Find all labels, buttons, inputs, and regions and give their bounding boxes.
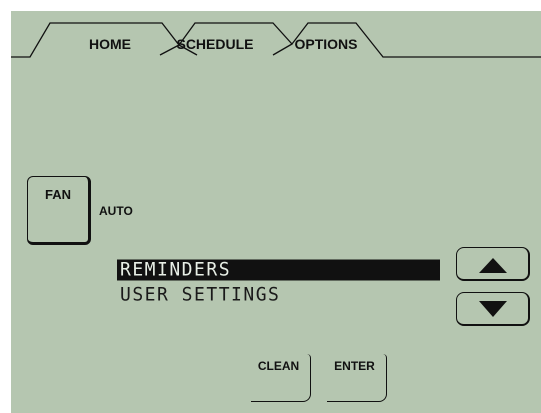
triangle-up-icon <box>479 258 507 273</box>
enter-button-label: ENTER <box>334 359 375 373</box>
scroll-down-button[interactable] <box>456 292 530 326</box>
scroll-up-button[interactable] <box>456 247 530 281</box>
fan-button[interactable]: FAN <box>27 176 91 245</box>
fan-mode-value: AUTO <box>99 204 133 218</box>
triangle-down-icon <box>479 301 507 317</box>
menu-item-user-settings[interactable]: USER SETTINGS <box>117 284 440 306</box>
tab-home[interactable]: HOME <box>75 36 145 52</box>
thermostat-screen: HOME SCHEDULE OPTIONS FAN AUTO REMINDERS… <box>11 11 541 413</box>
tab-schedule[interactable]: SCHEDULE <box>165 36 265 52</box>
enter-button[interactable]: ENTER <box>327 354 387 402</box>
fan-button-label: FAN <box>45 187 71 202</box>
clean-button-label: CLEAN <box>257 359 300 373</box>
clean-button[interactable]: CLEAN <box>251 354 311 402</box>
menu-item-reminders[interactable]: REMINDERS <box>117 259 440 281</box>
tab-options[interactable]: OPTIONS <box>283 36 369 52</box>
